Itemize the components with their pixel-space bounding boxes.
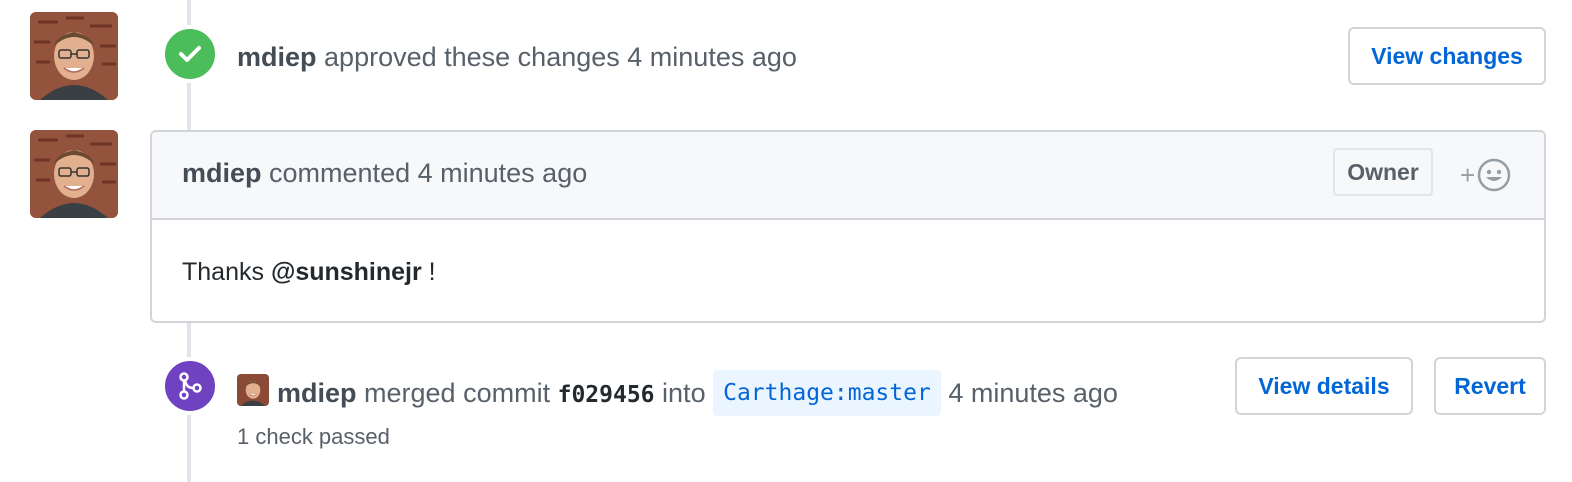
approval-event-text: mdiep approved these changes 4 minutes a… <box>237 42 797 73</box>
view-details-button[interactable]: View details <box>1235 357 1413 415</box>
merge-time[interactable]: 4 minutes ago <box>948 378 1118 408</box>
pr-timeline: mdiep approved these changes 4 minutes a… <box>0 0 1572 482</box>
approval-action: approved these changes <box>324 42 620 72</box>
user-mention[interactable]: @sunshinejr <box>271 258 422 286</box>
comment-header-text: mdiep commented 4 minutes ago <box>182 158 587 189</box>
author-link[interactable]: mdiep <box>237 42 317 72</box>
merge-event-text: mdiep merged commit f029456 into Carthag… <box>277 370 1118 418</box>
check-icon <box>179 46 201 62</box>
comment-body-prefix: Thanks <box>182 258 271 286</box>
add-reaction-button[interactable]: + <box>1460 156 1516 194</box>
comment-body-suffix: ! <box>421 258 436 286</box>
approved-badge <box>161 25 219 83</box>
git-merge-icon <box>179 372 202 400</box>
avatar[interactable] <box>30 12 118 100</box>
comment-header: mdiep commented 4 minutes ago Owner + <box>152 132 1544 220</box>
view-changes-button[interactable]: View changes <box>1348 27 1546 85</box>
comment-action: commented <box>269 158 411 188</box>
author-link[interactable]: mdiep <box>182 158 262 188</box>
merge-action: merged commit <box>364 378 551 409</box>
approval-time[interactable]: 4 minutes ago <box>627 42 797 72</box>
smiley-icon <box>1477 158 1511 192</box>
commit-sha-link[interactable]: f029456 <box>558 382 655 408</box>
merge-into: into <box>662 378 706 409</box>
branch-name[interactable]: Carthage:master <box>713 370 941 416</box>
revert-button[interactable]: Revert <box>1434 357 1546 415</box>
avatar-small[interactable] <box>237 374 269 406</box>
comment-time[interactable]: 4 minutes ago <box>418 158 588 188</box>
author-link[interactable]: mdiep <box>277 378 357 408</box>
checks-status[interactable]: 1 check passed <box>237 424 390 450</box>
comment-body: Thanks @sunshinejr ! <box>182 258 436 287</box>
merged-badge <box>161 357 219 415</box>
avatar[interactable] <box>30 130 118 218</box>
owner-badge: Owner <box>1333 148 1433 196</box>
reaction-plus: + <box>1460 160 1476 190</box>
comment-box: mdiep commented 4 minutes ago Owner + Th… <box>150 130 1546 323</box>
